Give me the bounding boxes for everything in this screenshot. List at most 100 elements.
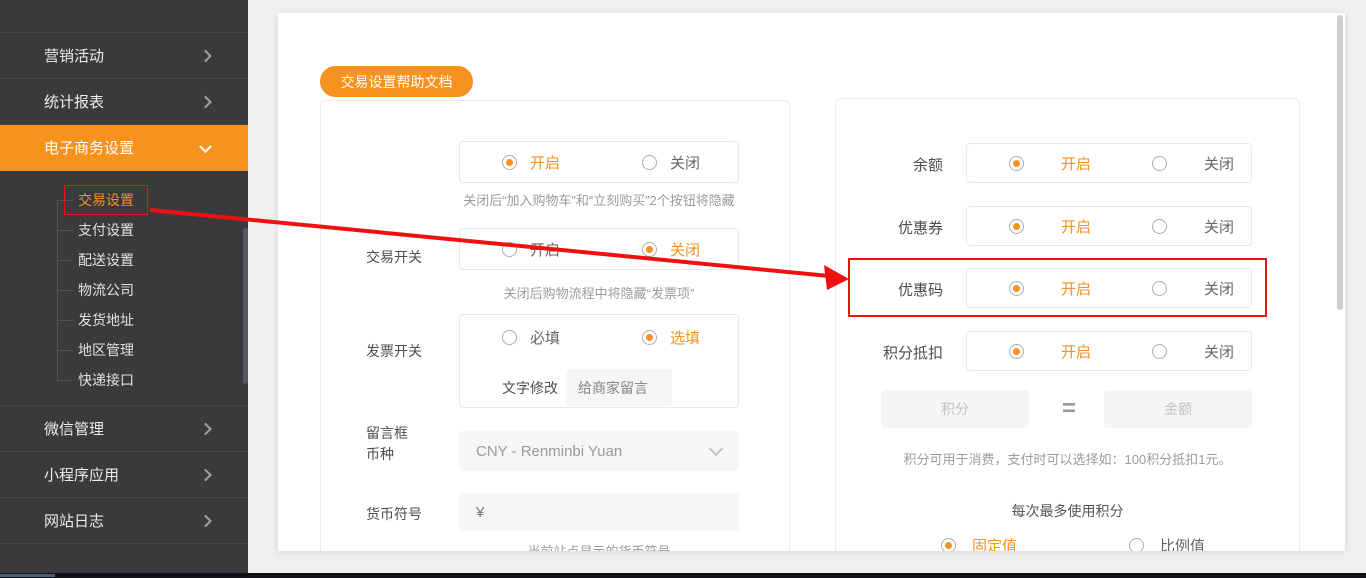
points-deduction-on-label: 开启 [1061,343,1092,361]
submenu-item-delivery-settings[interactable]: 配送设置 [0,245,248,275]
submenu-item-trade-settings[interactable]: 交易设置 [0,185,248,215]
sidebar-item-label: 电子商务设置 [44,140,135,157]
balance-options: 开启 关闭 [966,143,1252,183]
promo-code-label: 优惠码 [897,282,943,299]
message-optional-label: 选填 [670,330,701,347]
coupon-off-radio[interactable] [1152,218,1168,234]
points-deduction-on-radio[interactable] [1009,343,1024,359]
invoice-switch-on-label: 开启 [530,241,561,259]
points-deduction-off-radio[interactable] [1152,343,1168,359]
points-deduction-options: 开启 关闭 [966,331,1252,371]
trade-switch-label: 交易开关 [366,249,422,265]
content-container: 交易设置帮助文档 交易开关 开启 关闭 关闭后“加入购物车”和“立刻购买”2个按… [278,13,1345,551]
trade-switch-options: 开启 关闭 [459,141,739,183]
fixed-value-label: 固定值 [972,538,1018,551]
balance-on-label: 开启 [1061,155,1092,173]
currency-select-value: CNY - Renminbi Yuan [476,442,623,460]
balance-off-radio[interactable] [1152,155,1168,171]
fixed-value-option: 固定值 [941,535,1017,551]
invoice-switch-off-radio[interactable] [642,241,658,257]
message-optional-radio[interactable] [642,330,658,345]
sidebar-item-label: 微信管理 [44,421,105,438]
sidebar: 营销活动 统计报表 电子商务设置 交易设置 支付设置 配送设置 物流公司 发货地… [0,0,248,573]
ratio-value-option: 比例值 [1129,535,1205,551]
promo-code-options: 开启 关闭 [966,268,1252,308]
sidebar-item-site-logs[interactable]: 网站日志 [0,498,248,544]
coupon-off-label: 关闭 [1204,218,1235,236]
invoice-switch-off-label: 关闭 [670,241,701,259]
balance-on-radio[interactable] [1009,155,1024,171]
coupon-label: 优惠券 [897,220,943,237]
message-required-radio[interactable] [502,330,517,345]
points-deduction-label: 积分抵扣 [882,345,943,362]
currency-label: 币种 [366,446,394,462]
trade-switch-on-radio[interactable] [502,154,517,170]
sidebar-item-wechat[interactable]: 微信管理 [0,406,248,452]
sidebar-submenu: 交易设置 支付设置 配送设置 物流公司 发货地址 地区管理 快递接口 [0,171,248,406]
message-required-label: 必填 [530,330,561,347]
trade-switch-off-label: 关闭 [670,154,701,172]
coupon-options: 开启 关闭 [966,206,1252,246]
taskbar-accent [0,574,55,577]
chevron-down-icon [199,139,212,153]
sidebar-item-marketing[interactable]: 营销活动 [0,33,248,79]
chevron-right-icon [199,95,212,108]
promo-code-on-radio[interactable] [1009,280,1024,296]
chevron-right-icon [199,49,212,62]
content-scrollbar[interactable] [1337,15,1343,310]
taskbar-edge [0,573,1366,578]
chevron-right-icon [199,422,212,435]
message-edit-label: 文字修改 [502,379,558,396]
points-help: 积分可用于消费，支付时可以选择如：100积分抵扣1元。 [903,452,1232,467]
points-deduction-off-label: 关闭 [1204,343,1235,361]
page: 营销活动 统计报表 电子商务设置 交易设置 支付设置 配送设置 物流公司 发货地… [0,0,1366,578]
sidebar-item-miniprogram[interactable]: 小程序应用 [0,452,248,498]
message-text-input[interactable] [566,369,672,406]
sidebar-item-label: 网站日志 [44,513,105,530]
chevron-right-icon [199,514,212,527]
promo-code-off-label: 关闭 [1204,280,1235,298]
help-doc-button[interactable]: 交易设置帮助文档 [320,66,473,97]
message-box-label: 留言框 [366,425,408,441]
fixed-value-radio[interactable] [941,538,956,551]
submenu-item-region-management[interactable]: 地区管理 [0,335,248,365]
invoice-switch-help: 关闭后购物流程中将隐藏“发票项” [503,286,695,301]
currency-symbol-help: 当前站点显示的货币符号 [459,541,739,551]
trade-switch-off-radio[interactable] [642,154,658,170]
promo-code-on-label: 开启 [1061,280,1092,298]
max-points-label: 每次最多使用积分 [1011,503,1124,519]
submenu-item-logistics-company[interactable]: 物流公司 [0,275,248,305]
submenu-item-shipping-address[interactable]: 发货地址 [0,305,248,335]
balance-label: 余额 [912,157,943,174]
trade-settings-highlight-box: 交易设置 [64,185,148,215]
coupon-on-radio[interactable] [1009,218,1024,234]
ratio-value-radio[interactable] [1129,538,1144,551]
sidebar-top-spacer [0,0,248,33]
balance-off-label: 关闭 [1204,155,1235,173]
trade-settings-panel: 交易开关 开启 关闭 关闭后“加入购物车”和“立刻购买”2个按钮将隐藏 发票开关… [320,100,790,551]
chevron-down-icon [708,441,724,457]
sidebar-item-label: 营销活动 [44,48,105,65]
invoice-switch-options: 开启 关闭 [459,228,739,270]
currency-symbol-input[interactable] [459,493,739,531]
amount-input[interactable] [1104,390,1252,428]
submenu-item-express-interface[interactable]: 快递接口 [0,365,248,395]
submenu-item-payment-settings[interactable]: 支付设置 [0,215,248,245]
sidebar-item-ecommerce-settings[interactable]: 电子商务设置 [0,125,248,171]
promo-settings-panel: 余额 开启 关闭 优惠券 开启 关闭 优惠码 开启 关闭 积分抵扣 开启 关闭 … [835,98,1300,551]
promo-code-off-radio[interactable] [1152,280,1168,296]
trade-switch-help: 关闭后“加入购物车”和“立刻购买”2个按钮将隐藏 [463,193,735,208]
currency-select[interactable]: CNY - Renminbi Yuan [459,431,739,471]
sidebar-item-label: 小程序应用 [44,467,120,484]
invoice-switch-on-radio[interactable] [502,241,517,257]
chevron-right-icon [199,468,212,481]
currency-symbol-label: 货币符号 [366,506,422,522]
invoice-switch-label: 发票开关 [366,343,422,359]
ratio-value-label: 比例值 [1160,538,1206,551]
equals-sign: = [1061,395,1076,422]
sidebar-scrollbar[interactable] [243,228,248,384]
points-input[interactable] [881,390,1029,428]
message-box-options: 必填 选填 文字修改 [459,314,739,408]
sidebar-item-reports[interactable]: 统计报表 [0,79,248,125]
sidebar-item-label: 统计报表 [44,94,105,111]
